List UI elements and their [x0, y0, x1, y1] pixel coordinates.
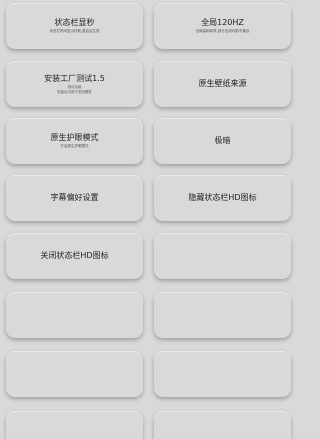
tile-subtitle-secondary: 安装后可用于测试硬件 [57, 90, 92, 94]
tile-empty[interactable] [6, 351, 143, 397]
tile-install-factory-test[interactable]: 安装工厂测试1.5 测试功能 安装后可用于测试硬件 [6, 61, 143, 107]
tile-status-bar-seconds[interactable]: 状态栏显秒 状态栏时间显示秒数,重启后生效 [6, 3, 143, 49]
tile-title: 安装工厂测试1.5 [44, 73, 105, 83]
tile-subtitle: 状态栏时间显示秒数,重启后生效 [49, 29, 100, 34]
tile-disable-hd-icon[interactable]: 关闭状态栏HD图标 [6, 233, 143, 279]
tile-empty[interactable] [154, 292, 291, 338]
tile-hide-hd-icon[interactable]: 隐藏状态栏HD图标 [154, 175, 291, 221]
tile-empty[interactable] [154, 411, 291, 439]
tile-title: 原生壁纸来源 [198, 79, 247, 88]
tile-empty[interactable] [154, 233, 291, 279]
tile-caption-preferences[interactable]: 字幕偏好设置 [6, 175, 143, 221]
tile-subtitle: 全局高刷新率,部分应用可能不兼容 [195, 29, 250, 34]
tools-grid-page: 状态栏显秒 状态栏时间显示秒数,重启后生效 全局120HZ 全局高刷新率,部分应… [0, 0, 305, 439]
tile-title: 原生护眼模式 [50, 133, 99, 143]
tile-native-eye-care[interactable]: 原生护眼模式 开启原生护眼模式 [6, 118, 143, 164]
tile-empty[interactable] [6, 292, 143, 338]
tile-title: 全局120HZ [201, 18, 244, 28]
tile-subtitle: 开启原生护眼模式 [60, 144, 89, 149]
tile-title: 关闭状态栏HD图标 [40, 251, 109, 260]
tile-extra-dim[interactable]: 极暗 [154, 118, 291, 164]
tile-native-wallpaper-source[interactable]: 原生壁纸来源 [154, 61, 291, 107]
tile-title: 状态栏显秒 [54, 18, 95, 28]
tile-title: 隐藏状态栏HD图标 [188, 193, 257, 202]
tile-empty[interactable] [6, 411, 143, 439]
tile-subtitle: 测试功能 [67, 84, 82, 89]
tile-title: 字幕偏好设置 [50, 193, 99, 202]
tile-title: 极暗 [214, 136, 231, 145]
tile-global-120hz[interactable]: 全局120HZ 全局高刷新率,部分应用可能不兼容 [154, 3, 291, 49]
tile-empty[interactable] [154, 351, 291, 397]
